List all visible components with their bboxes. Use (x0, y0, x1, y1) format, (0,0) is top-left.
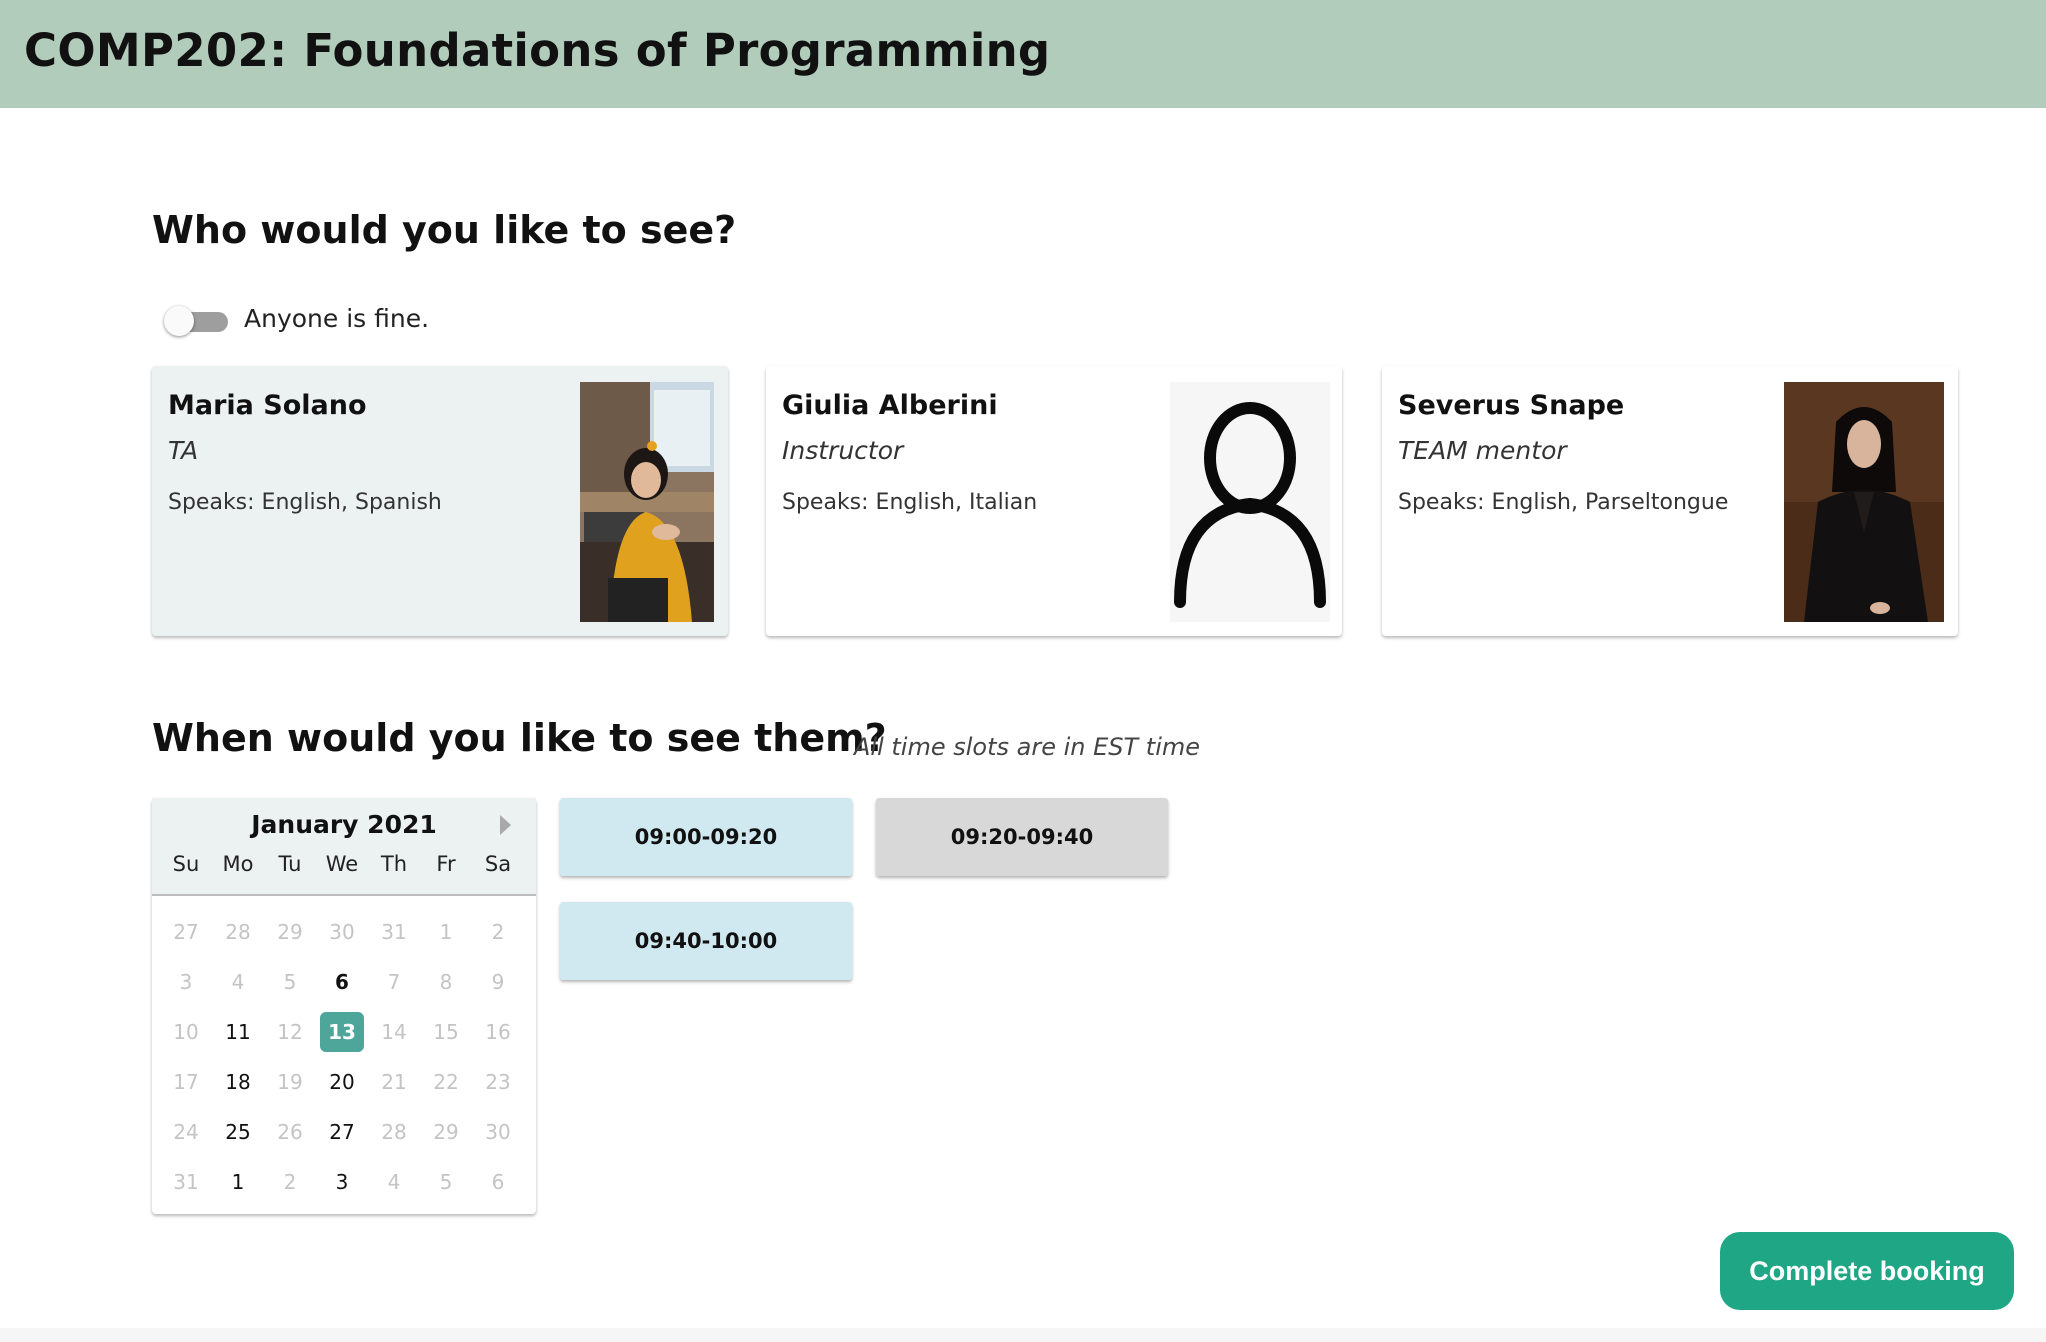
top-bar: COMP202: Foundations of Programming (0, 0, 2046, 108)
person-name: Severus Snape (1398, 390, 1625, 421)
calendar-day: 4 (387, 1170, 401, 1194)
weekday-label: Tu (278, 852, 302, 876)
calendar-day: 29 (277, 920, 303, 944)
portrait-photo (1784, 382, 1944, 622)
calendar-day: 19 (277, 1070, 303, 1094)
calendar-day: 3 (179, 970, 193, 994)
calendar-day[interactable]: 25 (216, 1112, 260, 1152)
calendar-day: 4 (231, 970, 245, 994)
person-role: Instructor (782, 436, 904, 465)
calendar-day[interactable]: 11 (216, 1012, 260, 1052)
weekday-label: We (325, 852, 359, 876)
person-name: Maria Solano (168, 390, 367, 421)
calendar-day: 17 (173, 1070, 199, 1094)
calendar-day[interactable]: 6 (320, 962, 364, 1002)
time-slot-0940-1000[interactable]: 09:40-10:00 (560, 902, 852, 980)
calendar-day: 12 (277, 1020, 303, 1044)
weekday-label: Mo (222, 852, 254, 876)
toggle-thumb (164, 306, 194, 336)
calendar-day: 24 (173, 1120, 199, 1144)
calendar-month-label: January 2021 (251, 810, 437, 839)
person-card-severus-snape[interactable]: Severus Snape TEAM mentor Speaks: Englis… (1382, 366, 1958, 636)
person-card-maria-solano[interactable]: Maria Solano TA Speaks: English, Spanish (152, 366, 728, 636)
calendar-day: 5 (439, 1170, 453, 1194)
time-slot-0900-0920[interactable]: 09:00-09:20 (560, 798, 852, 876)
person-name: Giulia Alberini (782, 390, 998, 421)
calendar-day: 6 (491, 1170, 505, 1194)
calendar-day: 28 (225, 920, 251, 944)
calendar-day: 26 (277, 1120, 303, 1144)
calendar-day: 31 (173, 1170, 199, 1194)
calendar-day[interactable]: 20 (320, 1062, 364, 1102)
calendar-day: 10 (173, 1020, 199, 1044)
calendar-day: 8 (439, 970, 453, 994)
calendar-day: 15 (433, 1020, 459, 1044)
calendar-day: 22 (433, 1070, 459, 1094)
person-role: TA (168, 436, 199, 465)
who-heading: Who would you like to see? (152, 208, 737, 252)
weekday-label: Fr (436, 852, 456, 876)
weekday-label: Sa (484, 852, 512, 876)
calendar-day: 9 (491, 970, 505, 994)
calendar-day[interactable]: 1 (216, 1162, 260, 1202)
calendar-day[interactable]: 27 (320, 1112, 364, 1152)
when-heading: When would you like to see them? (152, 716, 887, 760)
complete-booking-button[interactable]: Complete booking (1720, 1232, 2014, 1310)
calendar-day: 27 (173, 920, 199, 944)
calendar-day: 30 (329, 920, 355, 944)
anyone-toggle-label: Anyone is fine. (244, 304, 430, 333)
calendar-day: 28 (381, 1120, 407, 1144)
calendar-day: 21 (381, 1070, 407, 1094)
calendar-day: 23 (485, 1070, 511, 1094)
person-languages: Speaks: English, Parseltongue (1398, 490, 1729, 515)
page-footer-strip (0, 1328, 2046, 1342)
weekday-label: Su (172, 852, 200, 876)
date-picker-calendar: January 2021 Su Mo Tu We Th Fr Sa 27 28 29… (152, 798, 536, 1214)
calendar-day: 7 (387, 970, 401, 994)
weekday-label: Th (380, 852, 408, 876)
chevron-right-icon[interactable] (494, 812, 518, 838)
calendar-day: 2 (491, 920, 505, 944)
calendar-day[interactable]: 18 (216, 1062, 260, 1102)
calendar-day: 1 (439, 920, 453, 944)
default-person-icon (1170, 382, 1330, 622)
calendar-day: 31 (381, 920, 407, 944)
person-role: TEAM mentor (1398, 436, 1567, 465)
anyone-toggle[interactable] (164, 306, 228, 336)
calendar-day: 16 (485, 1020, 511, 1044)
timezone-note: All time slots are in EST time (854, 733, 1201, 761)
time-slot-0920-0940[interactable]: 09:20-09:40 (876, 798, 1168, 876)
person-languages: Speaks: English, Italian (782, 490, 1038, 515)
student-photo (580, 382, 714, 622)
calendar-day: 14 (381, 1020, 407, 1044)
person-card-giulia-alberini[interactable]: Giulia Alberini Instructor Speaks: Engli… (766, 366, 1342, 636)
calendar-day: 29 (433, 1120, 459, 1144)
calendar-header: January 2021 Su Mo Tu We Th Fr Sa (152, 798, 536, 896)
calendar-day: 30 (485, 1120, 511, 1144)
person-languages: Speaks: English, Spanish (168, 490, 442, 515)
calendar-day: 5 (283, 970, 297, 994)
calendar-day[interactable]: 3 (320, 1162, 364, 1202)
calendar-day: 2 (283, 1170, 297, 1194)
course-title: COMP202: Foundations of Programming (24, 24, 1051, 77)
calendar-day-selected[interactable]: 13 (320, 1012, 364, 1052)
